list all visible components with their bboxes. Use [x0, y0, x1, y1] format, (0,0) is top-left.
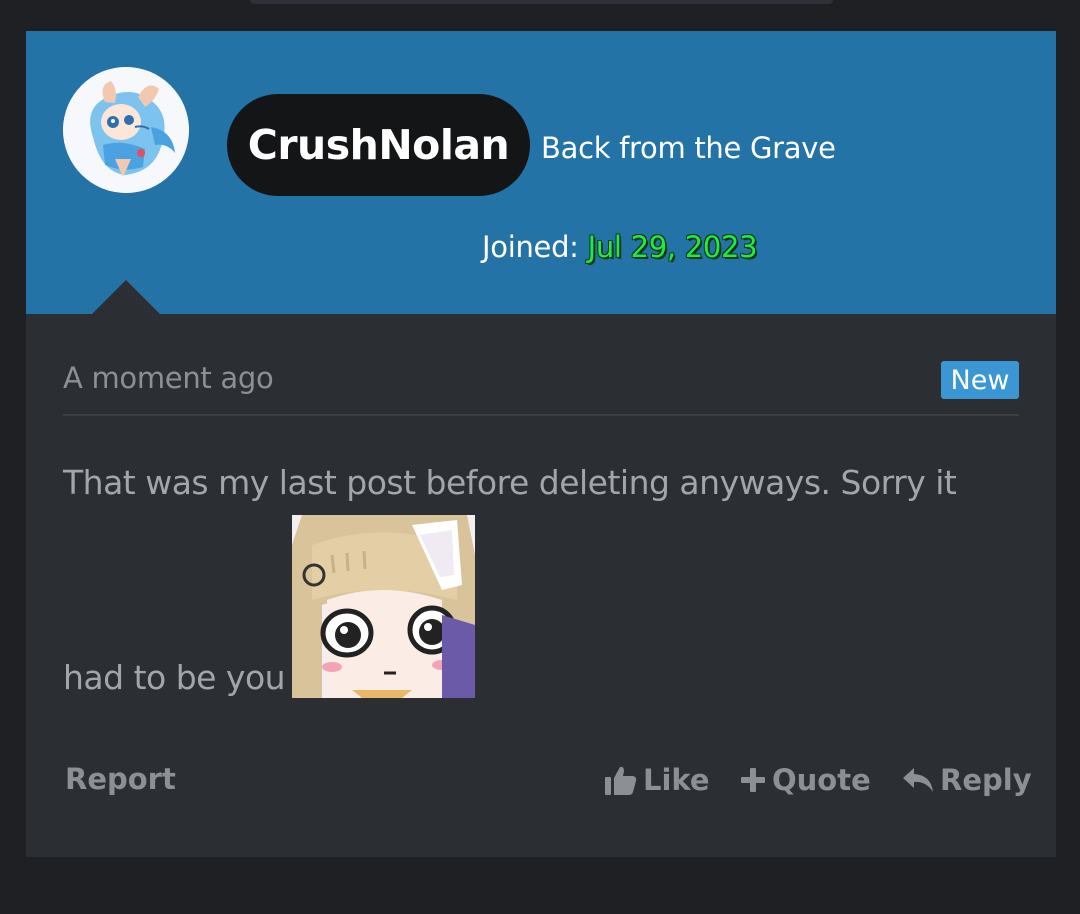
reply-label: Reply [940, 763, 1032, 797]
header-pointer-arrow [92, 280, 160, 314]
message-text-line1: That was my last post before deleting an… [63, 463, 957, 502]
divider [63, 414, 1019, 416]
thumbs-up-icon [605, 765, 637, 795]
like-label: Like [643, 763, 710, 797]
anime-girl-sticker [292, 515, 475, 698]
post-author-header: CrushNolan Back from the Grave Joined: J… [26, 31, 1056, 314]
joined-row: Joined: Jul 29, 2023 [482, 230, 758, 264]
post-timestamp[interactable]: A moment ago [63, 361, 274, 395]
quote-button[interactable]: Quote [740, 763, 871, 797]
post-card: CrushNolan Back from the Grave Joined: J… [26, 31, 1056, 857]
user-title: Back from the Grave [541, 131, 836, 165]
joined-date: Jul 29, 2023 [587, 230, 758, 264]
quote-label: Quote [772, 763, 871, 797]
plus-icon [740, 767, 766, 793]
top-bar-remnant [250, 0, 833, 4]
report-button[interactable]: Report [65, 762, 176, 796]
reply-arrow-icon [902, 767, 934, 793]
message-text-line2: had to be you [63, 658, 286, 697]
username-pill[interactable]: CrushNolan [227, 94, 530, 196]
joined-label: Joined: [482, 230, 579, 264]
avatar[interactable] [63, 67, 189, 193]
reply-button[interactable]: Reply [902, 763, 1032, 797]
username[interactable]: CrushNolan [248, 121, 510, 169]
like-button[interactable]: Like [605, 763, 710, 797]
new-badge: New [941, 361, 1019, 399]
avatar-image [63, 67, 189, 193]
